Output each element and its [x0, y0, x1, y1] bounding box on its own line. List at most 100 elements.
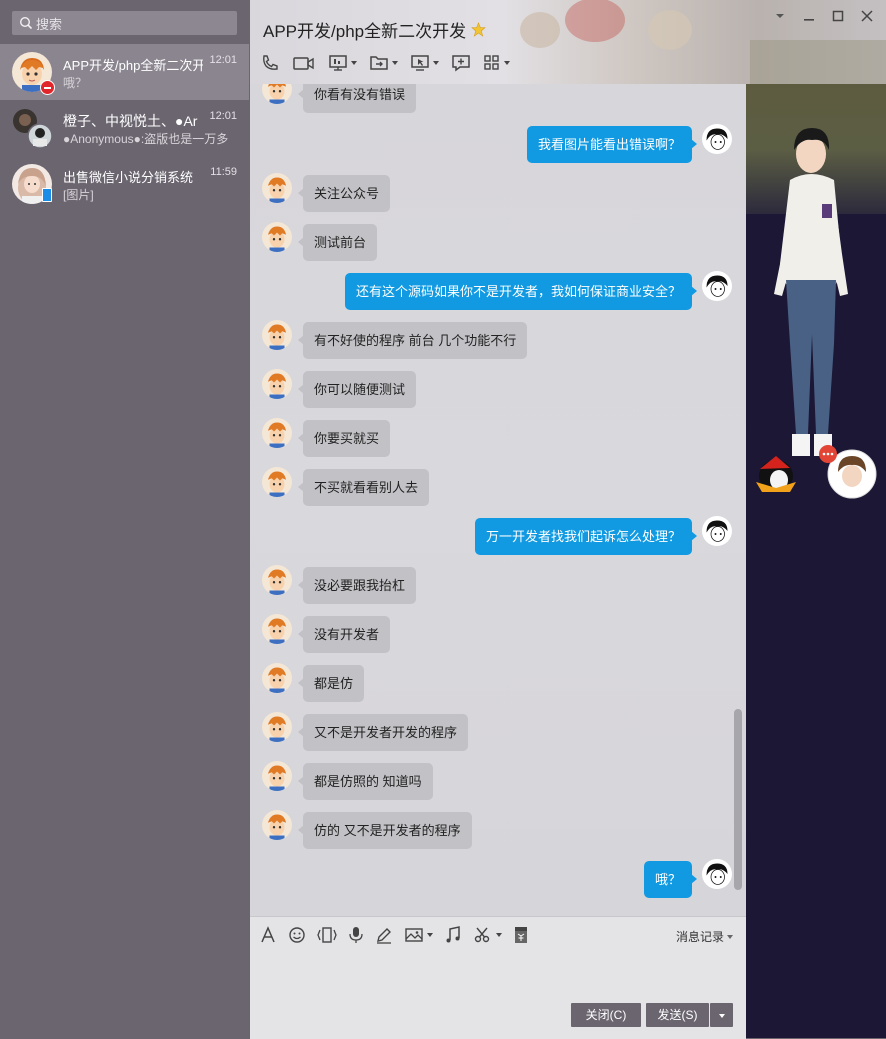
message-incoming: 没必要跟我抬杠: [250, 565, 746, 605]
message-bubble: 你要买就买: [297, 420, 391, 457]
message-list[interactable]: 你看有没有错误 我看图片能看出错误啊？ 关注公众号 测试前台 还有这个源码如果你…: [250, 84, 746, 916]
self-avatar: [702, 859, 732, 889]
red-packet-icon[interactable]: [513, 926, 529, 944]
conversation-preview: ●Anonymous●:盗版也是一万多: [63, 132, 229, 146]
chevron-down-icon: [727, 934, 733, 939]
minimize-icon[interactable]: [802, 9, 816, 23]
message-bubble: 都是仿照的 知道吗: [298, 763, 433, 800]
self-avatar: [702, 124, 732, 154]
message-bubble: 仿的 又不是开发者的程序: [298, 812, 472, 849]
vip-star-icon: [471, 22, 486, 37]
message-bubble: 都是仿: [297, 665, 365, 702]
search-placeholder: 搜索: [36, 16, 63, 32]
sender-avatar: [262, 467, 292, 497]
apps-grid-icon[interactable]: [483, 54, 510, 72]
conversation-item-group[interactable]: 橙子、中视悦土、●Ar 12:01 ●Anonymous●:盗版也是一万多: [0, 100, 249, 156]
group-avatar: [12, 108, 53, 149]
chat-window: APP开发/php全新二次开发 你看有没有错误 我看图片能看出错误啊？ 关注公众…: [250, 0, 886, 1039]
conversation-time: 12:01: [209, 54, 237, 66]
close-icon[interactable]: [860, 9, 874, 23]
self-avatar: [702, 271, 732, 301]
message-bubble: 万一开发者找我们起诉怎么处理？: [474, 518, 698, 555]
avatar-character-illustration: [756, 128, 877, 499]
conversation-name: APP开发/php全新二次开发: [63, 58, 203, 73]
message-bubble: 不买就看看别人去: [297, 469, 430, 506]
send-options-button[interactable]: [710, 1003, 733, 1027]
conversation-sidebar: 搜索 APP开发/php全新二次开发 12:01 哦？ 橙子、中视悦土、●Ar …: [0, 0, 249, 1038]
conversation-time: 12:01: [209, 110, 237, 122]
shake-icon[interactable]: [317, 926, 337, 944]
conversation-name: 橙子、中视悦土、●Ar: [63, 113, 198, 129]
sender-avatar: [262, 810, 292, 840]
chevron-down-icon: [718, 1013, 725, 1018]
conversation-item-novel[interactable]: 出售微信小说分销系统 11:59 [图片]: [0, 156, 249, 212]
send-button[interactable]: 发送(S): [646, 1003, 709, 1027]
font-icon[interactable]: [259, 926, 277, 944]
sender-avatar: [262, 369, 292, 399]
sender-avatar: [262, 173, 292, 203]
file-transfer-icon[interactable]: [369, 53, 398, 73]
message-bubble: 有不好使的程序 前台 几个功能不行: [297, 322, 528, 359]
video-icon[interactable]: [292, 53, 316, 73]
status-badge: [40, 80, 55, 95]
window-controls: [773, 9, 874, 23]
message-history-label: 消息记录: [675, 930, 724, 944]
conversation-name: 出售微信小说分销系统: [63, 170, 194, 185]
message-bubble: 测试前台: [297, 224, 378, 261]
pen-icon[interactable]: [375, 926, 393, 944]
dropdown-icon[interactable]: [773, 9, 787, 23]
scissors-icon[interactable]: [473, 926, 502, 944]
screen-share-icon[interactable]: [328, 53, 357, 73]
message-bubble: 关注公众号: [297, 175, 391, 212]
scrollbar-thumb[interactable]: [734, 709, 742, 890]
message-incoming: 没有开发者: [250, 614, 746, 654]
maximize-icon[interactable]: [831, 9, 845, 23]
conversation-time: 11:59: [210, 166, 237, 178]
search-icon: [19, 16, 33, 30]
message-bubble: 又不是开发者开发的程序: [297, 714, 469, 751]
music-icon[interactable]: [444, 926, 462, 944]
message-bubble: 还有这个源码如果你不是开发者，我如何保证商业安全？: [344, 273, 698, 310]
composer-toolbar: [259, 926, 540, 944]
message-incoming: 你要买就买: [250, 418, 746, 458]
message-incoming: 你看有没有错误: [250, 84, 746, 114]
sender-avatar: [262, 712, 292, 742]
sender-avatar: [262, 761, 292, 791]
mobile-icon: [42, 188, 52, 202]
sender-avatar: [262, 84, 292, 104]
sender-avatar: [262, 418, 292, 448]
message-bubble: 你可以随便测试: [297, 371, 417, 408]
emoji-icon[interactable]: [288, 926, 306, 944]
message-incoming: 仿的 又不是开发者的程序: [250, 810, 746, 850]
remote-desktop-icon[interactable]: [410, 53, 439, 73]
conversation-preview: [图片]: [63, 188, 94, 202]
sender-avatar: [262, 320, 292, 350]
chat-title: APP开发/php全新二次开发: [263, 17, 486, 42]
image-icon[interactable]: [404, 926, 433, 944]
conversation-preview: 哦？: [63, 76, 88, 90]
message-bubble: 你看有没有错误: [297, 84, 417, 113]
message-incoming: 都是仿照的 知道吗: [250, 761, 746, 801]
message-incoming: 有不好使的程序 前台 几个功能不行: [250, 320, 746, 360]
message-outgoing: 我看图片能看出错误啊？: [250, 124, 746, 164]
conversation-item-app-dev[interactable]: APP开发/php全新二次开发 12:01 哦？: [0, 44, 249, 100]
add-app-icon[interactable]: [451, 53, 471, 73]
message-outgoing: 万一开发者找我们起诉怎么处理？: [250, 516, 746, 556]
voice-icon[interactable]: [348, 926, 364, 944]
message-outgoing: 哦？: [250, 859, 746, 899]
phone-icon[interactable]: [260, 53, 280, 73]
message-bubble: 没有开发者: [297, 616, 391, 653]
self-avatar: [702, 516, 732, 546]
message-incoming: 都是仿: [250, 663, 746, 703]
sender-avatar: [262, 663, 292, 693]
message-incoming: 又不是开发者开发的程序: [250, 712, 746, 752]
sender-avatar: [262, 614, 292, 644]
close-button[interactable]: 关闭(C): [571, 1003, 641, 1027]
message-bubble: 没必要跟我抬杠: [297, 567, 417, 604]
message-composer[interactable]: 消息记录 关闭(C) 发送(S): [250, 916, 746, 1039]
chat-title-text: APP开发/php全新二次开发: [263, 22, 467, 41]
message-incoming: 测试前台: [250, 222, 746, 262]
search-box[interactable]: 搜索: [12, 11, 237, 35]
message-history-button[interactable]: 消息记录: [676, 928, 733, 945]
sender-avatar: [262, 565, 292, 595]
